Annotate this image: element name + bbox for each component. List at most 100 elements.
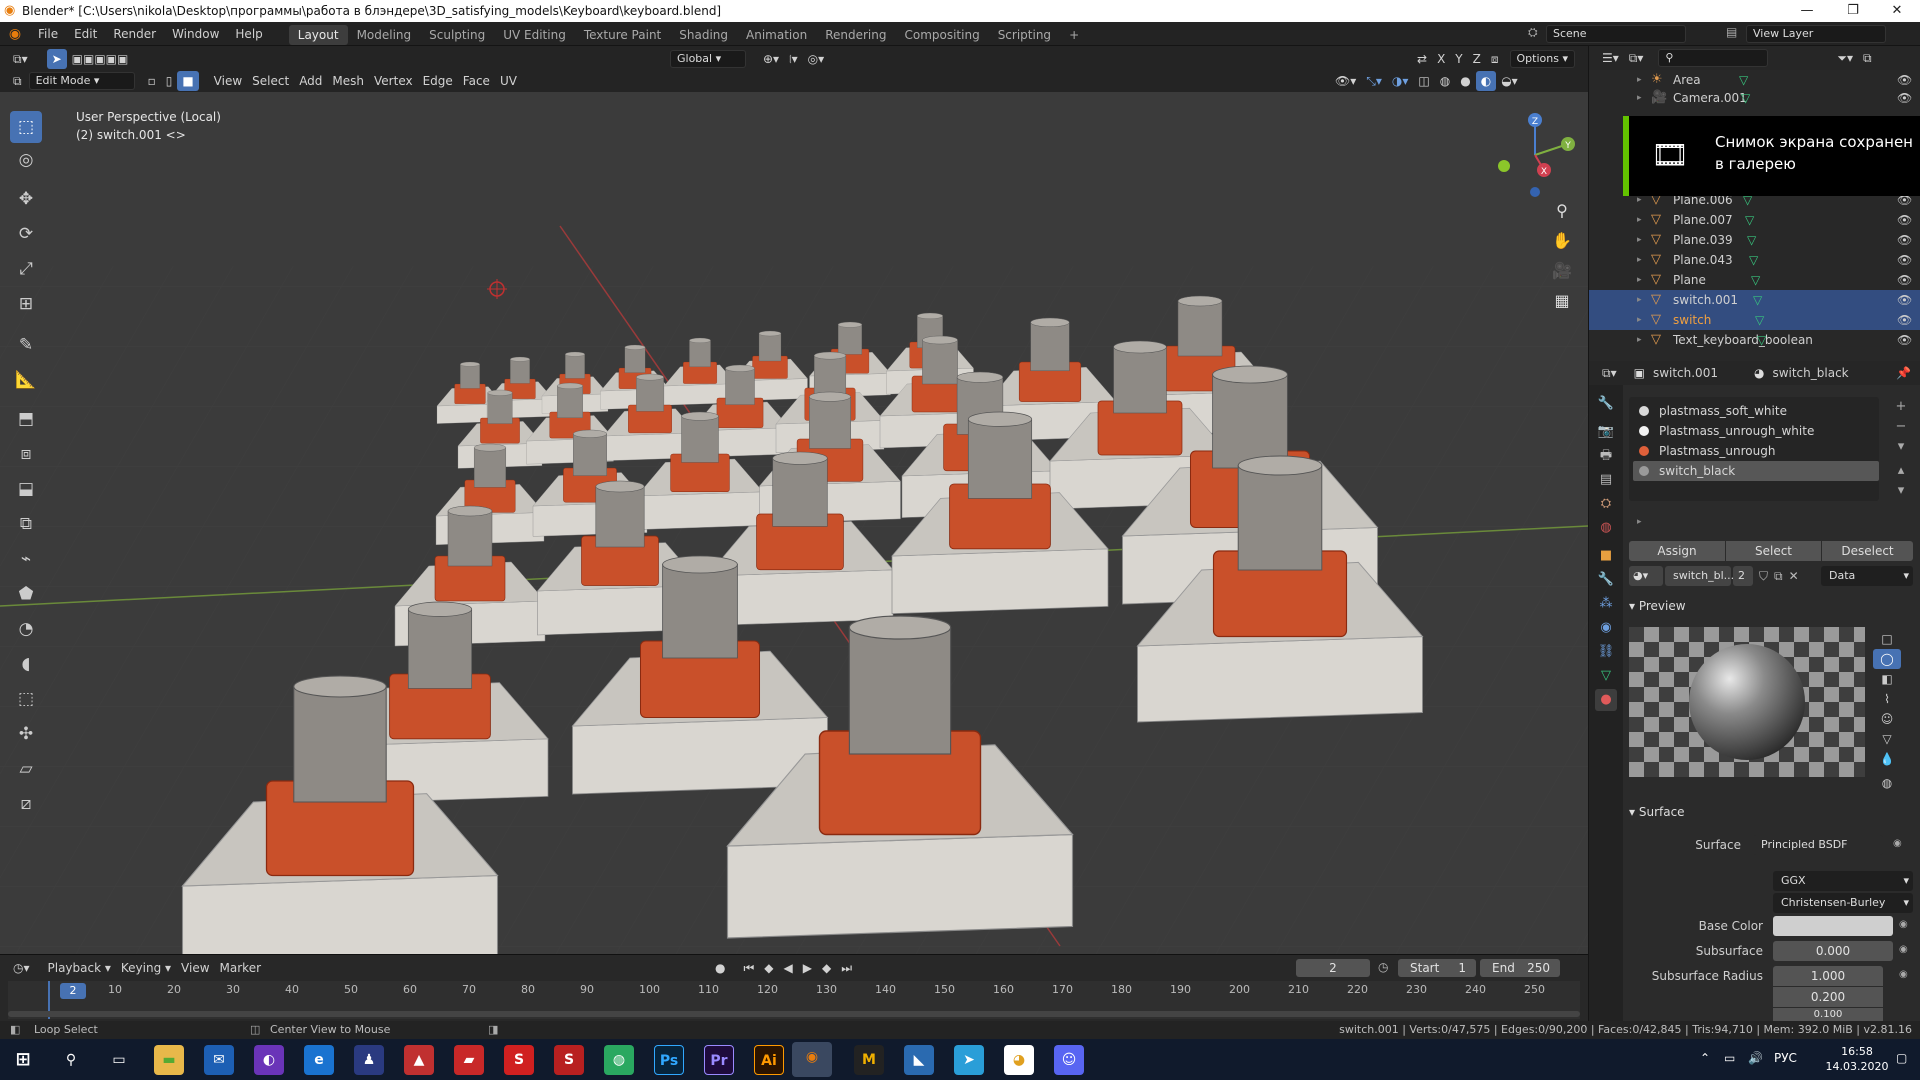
file-explorer-icon[interactable]: ▬ bbox=[154, 1045, 184, 1075]
navigation-gizmo[interactable]: Z Y X bbox=[1490, 110, 1580, 200]
volume-icon[interactable]: 🔊 bbox=[1748, 1051, 1763, 1065]
task-view-icon[interactable]: ▭ bbox=[104, 1045, 134, 1075]
menu-help[interactable]: Help bbox=[227, 22, 270, 46]
material-slot[interactable]: Plastmass_unrough_white bbox=[1633, 421, 1879, 441]
language-indicator[interactable]: РУС bbox=[1774, 1051, 1797, 1065]
mode-selector[interactable]: Edit Mode ▾ bbox=[28, 72, 135, 90]
mesh-data-icon[interactable]: ▽ bbox=[1741, 88, 1750, 108]
menu-view[interactable]: View bbox=[209, 71, 247, 91]
material-slot[interactable]: Plastmass_unrough bbox=[1633, 441, 1879, 461]
perspective-grid-icon[interactable]: ▦ bbox=[1548, 286, 1576, 316]
spin-tool-icon[interactable]: ◔ bbox=[10, 613, 42, 645]
premiere-icon[interactable]: Pr bbox=[704, 1045, 734, 1075]
shrink-fatten-tool-icon[interactable]: ✣ bbox=[10, 718, 42, 750]
outliner-item[interactable]: ▸ ▽ Text_keyboard_boolean ▽ 👁 bbox=[1589, 330, 1920, 350]
wireframe-shading-icon[interactable]: ◍ bbox=[1435, 71, 1455, 91]
preview-sphere-icon[interactable]: ◯ bbox=[1873, 649, 1901, 669]
record-icon[interactable]: ● bbox=[710, 958, 730, 978]
base-color-link-icon[interactable]: ◉ bbox=[1899, 919, 1908, 930]
add-workspace-button[interactable]: + bbox=[1060, 25, 1088, 45]
chrome-icon[interactable]: ◕ bbox=[1004, 1045, 1034, 1075]
editor-type-icon[interactable]: ⧉▾ bbox=[8, 49, 33, 69]
preview-world-icon[interactable]: ◍ bbox=[1873, 773, 1901, 793]
app-red-2-icon[interactable]: ▰ bbox=[454, 1045, 484, 1075]
menu-timeline-view[interactable]: View bbox=[176, 958, 214, 978]
preview-cube-icon[interactable]: ◧ bbox=[1873, 669, 1901, 689]
material-name-field[interactable]: switch_bl... bbox=[1665, 566, 1734, 586]
poly-build-tool-icon[interactable]: ⬟ bbox=[10, 578, 42, 610]
auto-merge-icon[interactable]: ⧈ bbox=[1486, 49, 1504, 69]
axis-z-toggle[interactable]: Z bbox=[1468, 49, 1486, 69]
subsurface-radius-x[interactable]: 1.000 bbox=[1773, 966, 1883, 986]
annotate-tool-icon[interactable]: ✎ bbox=[10, 329, 42, 361]
pin-icon[interactable]: 📌 bbox=[1896, 366, 1911, 380]
transform-tool-icon[interactable]: ⊞ bbox=[10, 288, 42, 320]
edge-select-icon[interactable]: ▯ bbox=[161, 71, 178, 91]
filter-icon[interactable]: ⏷▾ bbox=[1832, 48, 1858, 68]
tab-modeling[interactable]: Modeling bbox=[348, 25, 421, 45]
outliner-item[interactable]: ▸ ▽ Plane ▽ 👁 bbox=[1589, 270, 1920, 290]
pivot-point-icon[interactable]: ⊕▾ bbox=[758, 49, 784, 69]
app-blue-icon[interactable]: ◣ bbox=[904, 1045, 934, 1075]
expand-icon[interactable]: ▸ bbox=[1637, 517, 1642, 527]
tab-scripting[interactable]: Scripting bbox=[989, 25, 1060, 45]
editor-type-small-icon[interactable]: ⧉ bbox=[8, 71, 27, 91]
tray-expand-icon[interactable]: ⌃ bbox=[1700, 1051, 1710, 1065]
move-slot-down-icon[interactable]: ▾ bbox=[1891, 481, 1911, 501]
deselect-button[interactable]: Deselect bbox=[1822, 541, 1913, 561]
blender-taskbar-icon[interactable]: ◉ bbox=[792, 1042, 832, 1077]
play-icon[interactable]: ▶ bbox=[798, 958, 817, 978]
mirror-icon[interactable]: ⇄ bbox=[1412, 49, 1432, 69]
material-slot[interactable]: plastmass_soft_white bbox=[1633, 401, 1879, 421]
end-frame-field[interactable]: End 250 bbox=[1480, 959, 1560, 977]
outliner-item[interactable]: ▸ 🎥 Camera.001 ▽ 👁 bbox=[1589, 88, 1920, 108]
timeline-scrollbar[interactable] bbox=[8, 1011, 1580, 1017]
users-count[interactable]: 2 bbox=[1733, 566, 1753, 586]
mesh-data-icon[interactable]: ▽ bbox=[1739, 70, 1748, 90]
face-select-icon[interactable]: ■ bbox=[177, 71, 199, 91]
assign-button[interactable]: Assign bbox=[1629, 541, 1725, 561]
fake-user-icon[interactable]: ⛉ bbox=[1759, 569, 1768, 584]
select-mode-icons[interactable]: ▣▣▣▣▣ bbox=[67, 49, 134, 69]
scene-tab-icon[interactable]: ⛭ bbox=[1595, 493, 1617, 515]
pan-hand-icon[interactable]: ✋ bbox=[1548, 226, 1576, 256]
search-icon[interactable]: ⚲ bbox=[56, 1045, 86, 1075]
outliner-item[interactable]: ▸ ▽ Plane.039 ▽ 👁 bbox=[1589, 230, 1920, 250]
move-slot-up-icon[interactable]: ▴ bbox=[1891, 461, 1911, 481]
menu-marker[interactable]: Marker bbox=[215, 958, 266, 978]
xray-icon[interactable]: ◫ bbox=[1413, 71, 1434, 91]
outliner-editor-type-icon[interactable]: ☰▾ bbox=[1597, 48, 1624, 68]
scale-tool-icon[interactable]: ⤢ bbox=[10, 253, 42, 285]
mesh-data-icon[interactable]: ▽ bbox=[1749, 250, 1758, 270]
expand-arrow-icon[interactable]: ▸ bbox=[1637, 290, 1642, 310]
modifier-tab-icon[interactable]: 🔧 bbox=[1595, 569, 1617, 591]
visibility-eye-icon[interactable]: 👁 bbox=[1897, 230, 1912, 250]
visibility-eye-icon[interactable]: 👁 bbox=[1897, 210, 1912, 230]
menu-uv[interactable]: UV bbox=[495, 71, 522, 91]
rotate-tool-icon[interactable]: ⟳ bbox=[10, 218, 42, 250]
mesh-data-icon[interactable]: ▽ bbox=[1747, 230, 1756, 250]
mesh-data-icon[interactable]: ▽ bbox=[1751, 270, 1760, 290]
options-button[interactable]: Options ▾ bbox=[1509, 50, 1575, 68]
add-slot-icon[interactable]: + bbox=[1891, 397, 1911, 417]
subsurface-field[interactable]: 0.000 bbox=[1773, 941, 1893, 961]
proportional-edit-icon[interactable]: ◎▾ bbox=[803, 49, 830, 69]
mail-icon[interactable]: ✉ bbox=[204, 1045, 234, 1075]
rendered-shading-icon[interactable]: ◒▾ bbox=[1496, 71, 1523, 91]
menu-window[interactable]: Window bbox=[164, 22, 227, 46]
photoshop-icon[interactable]: Ps bbox=[654, 1045, 684, 1075]
surface-section-header[interactable]: ▾ Surface bbox=[1629, 805, 1685, 819]
outliner-search-input[interactable]: ⚲ bbox=[1658, 49, 1769, 67]
minimize-button[interactable]: — bbox=[1784, 0, 1830, 22]
playhead-frame-badge[interactable]: 2 bbox=[60, 983, 86, 999]
visibility-eye-icon[interactable]: 👁 bbox=[1897, 250, 1912, 270]
next-keyframe-icon[interactable]: ◆ bbox=[817, 958, 836, 978]
menu-face[interactable]: Face bbox=[458, 71, 495, 91]
browse-material-icon[interactable]: ◕▾ bbox=[1629, 566, 1663, 586]
remove-slot-icon[interactable]: − bbox=[1891, 417, 1911, 437]
play-reverse-icon[interactable]: ◀ bbox=[779, 958, 798, 978]
select-box-tool-icon[interactable]: ⬚ bbox=[10, 111, 42, 143]
new-collection-icon[interactable]: ⧉ bbox=[1858, 48, 1877, 68]
mesh-data-icon[interactable]: ▽ bbox=[1755, 310, 1764, 330]
menu-add[interactable]: Add bbox=[294, 71, 327, 91]
